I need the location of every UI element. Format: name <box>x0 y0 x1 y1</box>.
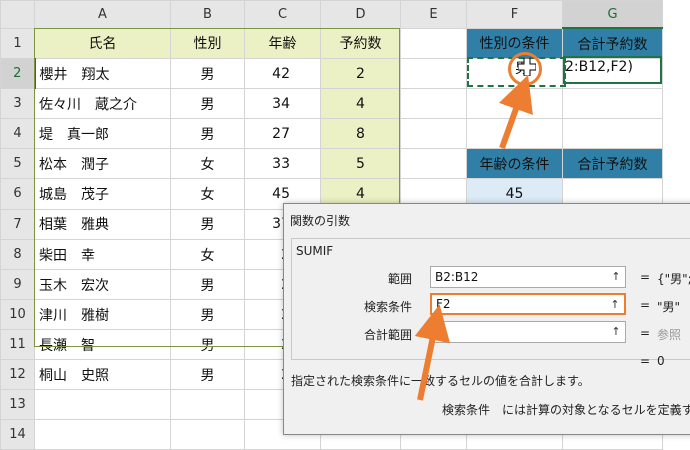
cell-a13[interactable] <box>34 389 171 420</box>
row-header-1[interactable]: 1 <box>0 27 35 59</box>
dialog-title: 関数の引数 <box>290 214 351 228</box>
range-input[interactable]: B2:B12 ↑ <box>430 266 626 288</box>
header-name[interactable]: 氏名 <box>34 27 171 59</box>
function-name: SUMIF <box>296 244 334 258</box>
cell-b14[interactable] <box>170 419 245 450</box>
col-header-d[interactable]: D <box>320 0 401 29</box>
criteria-input-value: F2 <box>436 297 451 311</box>
age-cell[interactable]: 34 <box>244 88 321 119</box>
cell-e5[interactable] <box>400 148 467 179</box>
name-cell[interactable]: 佐々川 蔵之介 <box>34 88 171 119</box>
criteria-input[interactable]: F2 ↑ <box>430 293 626 315</box>
name-cell[interactable]: 玉木 宏次 <box>34 269 171 300</box>
age-cell[interactable]: 42 <box>244 58 321 89</box>
cell-e3[interactable] <box>400 88 467 119</box>
sum-range-input[interactable]: ↑ <box>430 321 626 343</box>
reservations-cell[interactable]: 5 <box>320 148 401 179</box>
age-cell[interactable]: 33 <box>244 148 321 179</box>
gender-cell[interactable]: 女 <box>170 178 245 210</box>
formula-text: 2:B12,F2) <box>565 59 633 75</box>
reservations-cell[interactable]: 2 <box>320 58 401 89</box>
function-arguments-dialog: 関数の引数 SUMIF 範囲 B2:B12 ↑ = {"男"; 検索条件 F2 … <box>283 203 690 435</box>
reservations-cell[interactable]: 4 <box>320 88 401 119</box>
sum-range-label: 合計範囲 <box>363 328 412 342</box>
formula-result: 0 <box>657 354 665 368</box>
name-cell[interactable]: 柴田 幸 <box>34 239 171 270</box>
row-header-6[interactable]: 6 <box>0 178 35 210</box>
sum-range-result: 参照 <box>657 328 682 342</box>
row-header-13[interactable]: 13 <box>0 389 35 420</box>
name-cell[interactable]: 長瀬 智 <box>34 329 171 360</box>
collapse-dialog-icon[interactable]: ↑ <box>608 297 622 312</box>
gender-cell[interactable]: 男 <box>170 329 245 360</box>
row-header-2[interactable]: 2 <box>0 58 36 89</box>
total-reservations-header-2[interactable]: 合計予約数 <box>562 148 663 179</box>
function-description: 指定された検索条件に一致するセルの値を合計します。 <box>291 374 590 388</box>
row-header-5[interactable]: 5 <box>0 148 35 179</box>
gender-cell[interactable]: 男 <box>170 299 245 330</box>
gender-cell[interactable]: 男 <box>170 208 245 240</box>
header-reservations[interactable]: 予約数 <box>320 27 401 59</box>
collapse-dialog-icon[interactable]: ↑ <box>609 324 623 339</box>
row-header-8[interactable]: 8 <box>0 239 35 270</box>
range-input-value: B2:B12 <box>435 270 479 284</box>
criteria-result: "男" <box>657 300 681 314</box>
row-header-14[interactable]: 14 <box>0 419 35 450</box>
col-header-e[interactable]: E <box>400 0 467 29</box>
col-header-g[interactable]: G <box>562 0 663 29</box>
cell-e2[interactable] <box>400 58 467 89</box>
equals-sign: = <box>640 298 651 312</box>
name-cell[interactable]: 堤 真一郎 <box>34 118 171 149</box>
gender-cell[interactable]: 男 <box>170 118 245 149</box>
criteria-label: 検索条件 <box>363 300 412 314</box>
row-header-3[interactable]: 3 <box>0 88 35 119</box>
select-all-corner[interactable] <box>0 0 35 29</box>
name-cell[interactable]: 城島 茂子 <box>34 178 171 210</box>
gender-cell[interactable]: 男 <box>170 269 245 300</box>
row-header-12[interactable]: 12 <box>0 359 35 390</box>
name-cell[interactable]: 櫻井 翔太 <box>34 58 171 89</box>
equals-sign: = <box>640 326 651 340</box>
name-cell[interactable]: 津川 雅樹 <box>34 299 171 330</box>
reservations-cell[interactable]: 8 <box>320 118 401 149</box>
row-header-11[interactable]: 11 <box>0 329 35 360</box>
equals-sign: = <box>640 270 651 284</box>
total-reservations-header[interactable]: 合計予約数 <box>562 27 663 59</box>
cell-b13[interactable] <box>170 389 245 420</box>
age-cell[interactable]: 27 <box>244 118 321 149</box>
gender-cell[interactable]: 男 <box>170 359 245 390</box>
collapse-dialog-icon[interactable]: ↑ <box>609 269 623 284</box>
gender-cell[interactable]: 女 <box>170 148 245 179</box>
age-condition-header[interactable]: 年齢の条件 <box>466 148 563 179</box>
header-age[interactable]: 年齢 <box>244 27 321 59</box>
cell-g4[interactable] <box>562 118 663 149</box>
gender-cell[interactable]: 男 <box>170 58 245 89</box>
col-header-f[interactable]: F <box>466 0 563 29</box>
cell-e1[interactable] <box>400 27 467 59</box>
gender-cell[interactable]: 男 <box>170 88 245 119</box>
header-gender[interactable]: 性別 <box>170 27 245 59</box>
cell-f3[interactable] <box>466 88 563 119</box>
name-cell[interactable]: 桐山 史照 <box>34 359 171 390</box>
row-header-9[interactable]: 9 <box>0 269 35 300</box>
col-header-a[interactable]: A <box>34 0 171 29</box>
argument-help: 検索条件 には計算の対象となるセルを定義する条 <box>442 403 690 417</box>
range-result: {"男"; <box>657 272 690 286</box>
cell-g3[interactable] <box>562 88 663 119</box>
cell-f4[interactable] <box>466 118 563 149</box>
col-header-c[interactable]: C <box>244 0 321 29</box>
cell-cursor-icon <box>518 58 536 76</box>
row-header-4[interactable]: 4 <box>0 118 35 149</box>
name-cell[interactable]: 相葉 雅典 <box>34 208 171 240</box>
range-label: 範囲 <box>387 272 412 286</box>
col-header-b[interactable]: B <box>170 0 245 29</box>
cell-a14[interactable] <box>34 419 171 450</box>
row-header-10[interactable]: 10 <box>0 299 35 330</box>
equals-sign: = <box>640 354 651 368</box>
cell-e4[interactable] <box>400 118 467 149</box>
name-cell[interactable]: 松本 潤子 <box>34 148 171 179</box>
row-header-7[interactable]: 7 <box>0 208 35 240</box>
gender-cell[interactable]: 女 <box>170 239 245 270</box>
